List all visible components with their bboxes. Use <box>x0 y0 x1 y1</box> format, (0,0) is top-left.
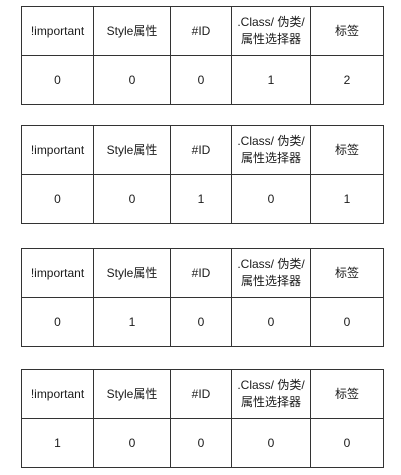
header-style: Style属性 <box>93 369 171 419</box>
value-class: 1 <box>231 55 311 105</box>
specificity-table-4: !important Style属性 #ID .Class/ 伪类/ 属性选择器… <box>21 369 384 468</box>
value-important: 0 <box>21 297 94 347</box>
header-row: !important Style属性 #ID .Class/ 伪类/ 属性选择器… <box>21 125 384 175</box>
header-class: .Class/ 伪类/ 属性选择器 <box>231 125 311 175</box>
value-class: 0 <box>231 297 311 347</box>
value-id: 0 <box>170 297 232 347</box>
header-class: .Class/ 伪类/ 属性选择器 <box>231 369 311 419</box>
header-id: #ID <box>170 369 232 419</box>
header-row: !important Style属性 #ID .Class/ 伪类/ 属性选择器… <box>21 248 384 298</box>
header-class: .Class/ 伪类/ 属性选择器 <box>231 6 311 56</box>
header-row: !important Style属性 #ID .Class/ 伪类/ 属性选择器… <box>21 369 384 419</box>
value-class: 0 <box>231 174 311 224</box>
header-class-line1: .Class/ 伪类/ <box>237 378 305 392</box>
header-important: !important <box>21 125 94 175</box>
value-id: 1 <box>170 174 232 224</box>
value-style: 0 <box>93 174 171 224</box>
header-tag: 标签 <box>310 369 384 419</box>
header-class-line1: .Class/ 伪类/ <box>237 15 305 29</box>
specificity-table-1: !important Style属性 #ID .Class/ 伪类/ 属性选择器… <box>21 6 384 105</box>
header-important: !important <box>21 369 94 419</box>
value-tag: 2 <box>310 55 384 105</box>
header-tag: 标签 <box>310 248 384 298</box>
header-class: .Class/ 伪类/ 属性选择器 <box>231 248 311 298</box>
value-class: 0 <box>231 418 311 468</box>
value-important: 0 <box>21 174 94 224</box>
value-tag: 0 <box>310 418 384 468</box>
header-tag: 标签 <box>310 125 384 175</box>
header-important: !important <box>21 6 94 56</box>
value-important: 1 <box>21 418 94 468</box>
value-row: 0 1 0 0 0 <box>21 297 384 347</box>
value-row: 0 0 0 1 2 <box>21 55 384 105</box>
value-id: 0 <box>170 55 232 105</box>
header-class-line2: 属性选择器 <box>240 395 301 409</box>
header-class-line1: .Class/ 伪类/ <box>237 134 305 148</box>
value-style: 1 <box>93 297 171 347</box>
value-row: 1 0 0 0 0 <box>21 418 384 468</box>
value-tag: 0 <box>310 297 384 347</box>
header-row: !important Style属性 #ID .Class/ 伪类/ 属性选择器… <box>21 6 384 56</box>
header-important: !important <box>21 248 94 298</box>
specificity-table-2: !important Style属性 #ID .Class/ 伪类/ 属性选择器… <box>21 125 384 224</box>
header-class-line2: 属性选择器 <box>240 151 301 165</box>
header-style: Style属性 <box>93 125 171 175</box>
value-important: 0 <box>21 55 94 105</box>
value-tag: 1 <box>310 174 384 224</box>
header-id: #ID <box>170 248 232 298</box>
header-class-line2: 属性选择器 <box>240 32 301 46</box>
header-style: Style属性 <box>93 248 171 298</box>
header-id: #ID <box>170 125 232 175</box>
specificity-table-3: !important Style属性 #ID .Class/ 伪类/ 属性选择器… <box>21 248 384 347</box>
value-style: 0 <box>93 418 171 468</box>
header-class-line1: .Class/ 伪类/ <box>237 257 305 271</box>
value-row: 0 0 1 0 1 <box>21 174 384 224</box>
header-id: #ID <box>170 6 232 56</box>
header-class-line2: 属性选择器 <box>240 274 301 288</box>
value-id: 0 <box>170 418 232 468</box>
header-tag: 标签 <box>310 6 384 56</box>
value-style: 0 <box>93 55 171 105</box>
header-style: Style属性 <box>93 6 171 56</box>
